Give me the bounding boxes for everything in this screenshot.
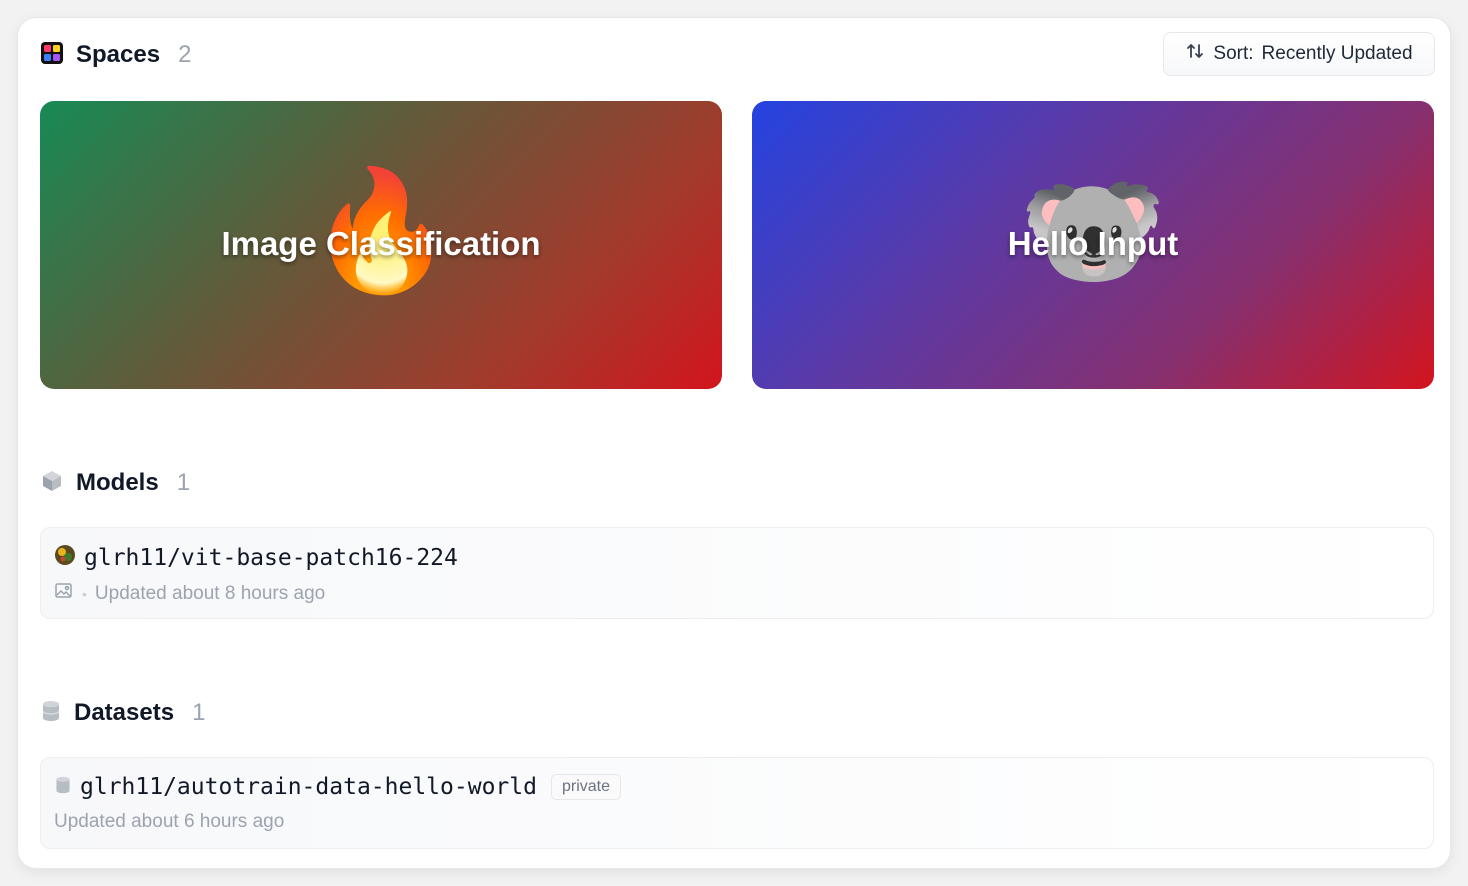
space-card-image-classification[interactable]: 🔥 Image Classification	[40, 101, 722, 389]
spaces-count: 2	[178, 41, 192, 68]
spaces-icon	[40, 41, 64, 70]
sort-value: Recently Updated	[1261, 43, 1413, 64]
separator-dot: •	[82, 585, 87, 602]
models-title: Models	[76, 469, 159, 496]
model-name: glrh11/vit-base-patch16-224	[84, 544, 458, 571]
space-title: Hello Input	[1007, 225, 1179, 262]
space-card-hello-input[interactable]: 🐨 Hello Input	[752, 101, 1434, 389]
dataset-name: glrh11/autotrain-data-hello-world	[80, 774, 537, 800]
private-badge: private	[550, 774, 621, 800]
sort-button[interactable]: Sort: Recently Updated	[1163, 32, 1435, 76]
space-title: Image Classification	[221, 225, 541, 262]
profile-repos-panel: Spaces 2 Sort: Recently Updated 🔥 Image …	[18, 18, 1450, 868]
database-icon	[54, 775, 72, 800]
model-card[interactable]: glrh11/vit-base-patch16-224 • Updated ab…	[40, 527, 1434, 619]
database-icon	[40, 699, 62, 728]
image-classification-icon	[54, 581, 74, 606]
model-updated: Updated about 8 hours ago	[94, 582, 326, 604]
dataset-card[interactable]: glrh11/autotrain-data-hello-world privat…	[40, 757, 1434, 849]
spaces-title: Spaces	[76, 41, 161, 68]
dataset-updated: Updated about 6 hours ago	[54, 811, 285, 832]
models-count: 1	[176, 469, 191, 496]
sort-label: Sort:	[1213, 43, 1254, 64]
spaces-header: Spaces 2	[40, 35, 191, 75]
datasets-header: Datasets 1	[40, 693, 205, 733]
cube-icon	[40, 469, 64, 498]
datasets-title: Datasets	[74, 699, 175, 726]
avatar	[54, 544, 76, 571]
sort-icon	[1185, 41, 1205, 67]
models-header: Models 1	[40, 463, 190, 503]
datasets-count: 1	[192, 699, 206, 726]
